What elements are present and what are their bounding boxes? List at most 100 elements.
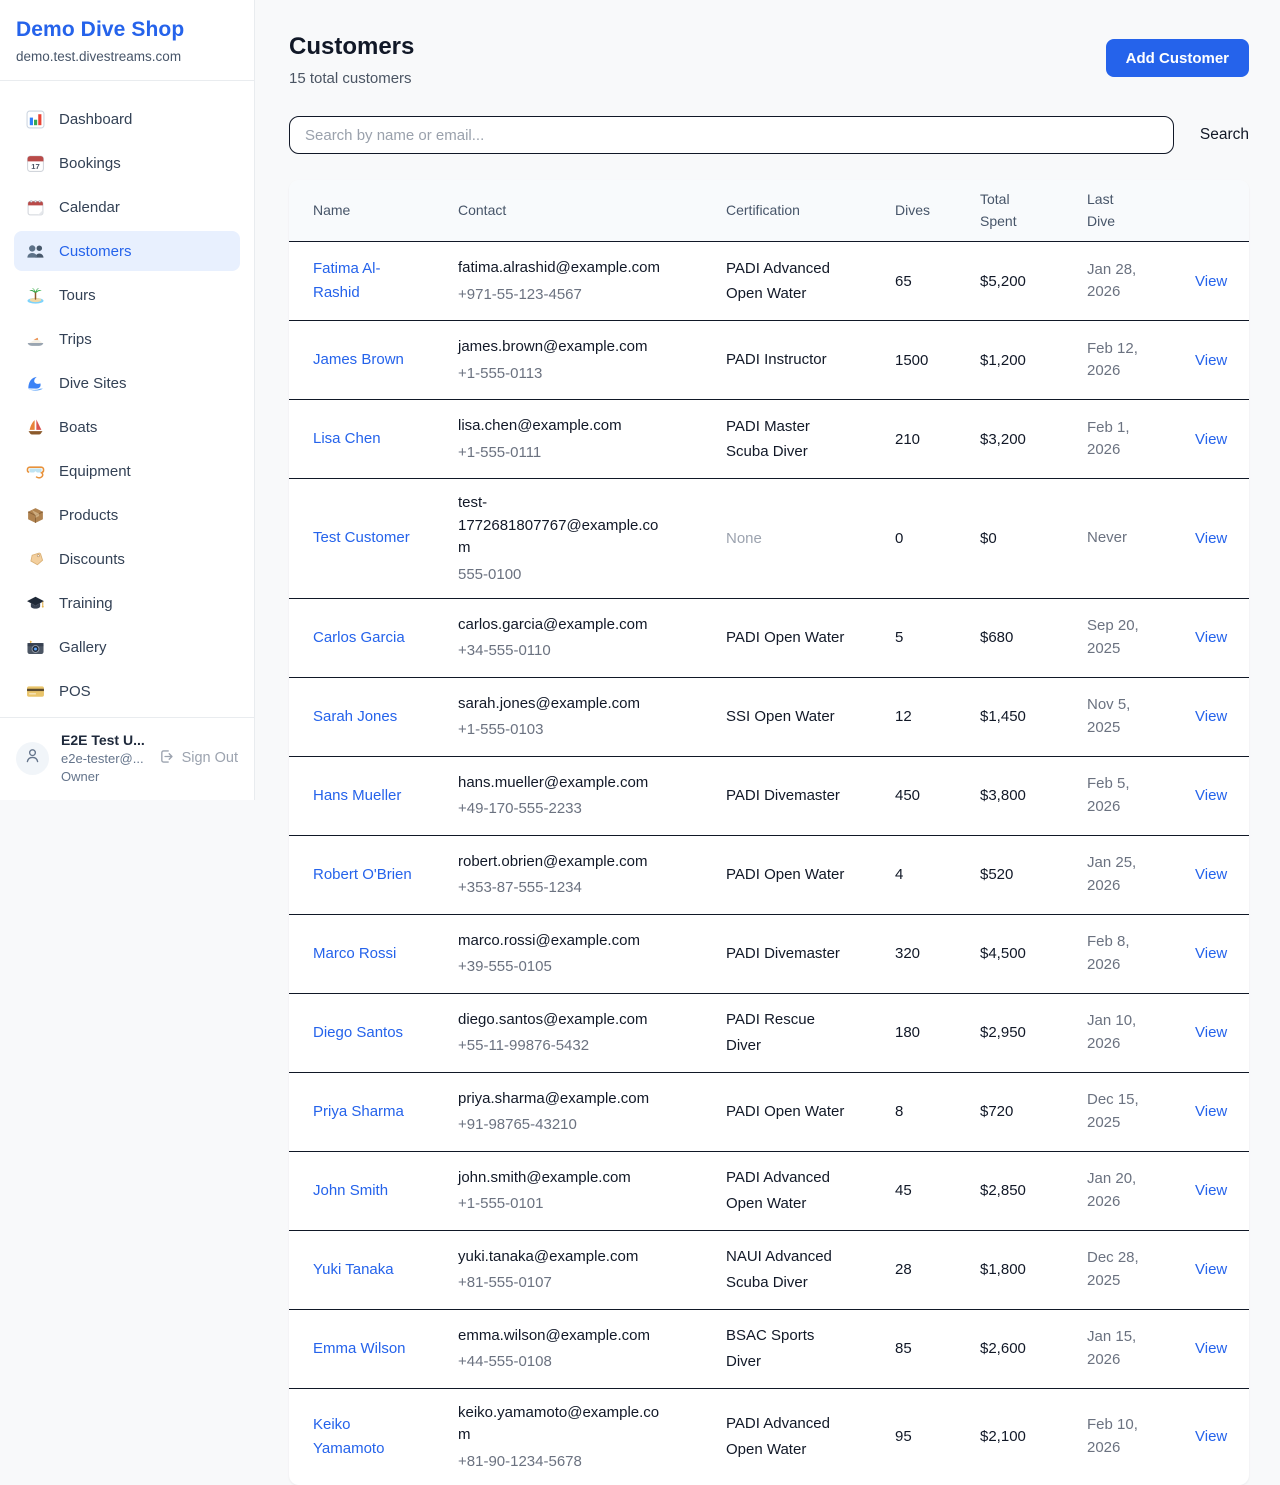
sidebar-item-trips[interactable]: Trips [14,319,240,359]
sidebar-item-pos[interactable]: POS [14,671,240,711]
customer-name-cell: Sarah Jones [313,705,458,729]
customer-total-spent: $4,500 [980,945,1087,962]
customer-name-link[interactable]: Hans Mueller [313,784,413,808]
sailboat-icon [26,418,45,437]
customer-phone: +55-11-99876-5432 [458,1035,726,1056]
view-link[interactable]: View [1195,273,1227,290]
sidebar-item-equipment[interactable]: Equipment [14,451,240,491]
bar-chart-icon [26,110,45,129]
sidebar-item-label: Calendar [59,199,120,216]
sidebar-item-products[interactable]: Products [14,495,240,535]
sidebar-item-bookings[interactable]: 17Bookings [14,143,240,183]
view-link[interactable]: View [1195,787,1227,804]
view-link[interactable]: View [1195,1103,1227,1120]
sidebar-item-customers[interactable]: Customers [14,231,240,271]
sidebar-item-label: Gallery [59,639,107,656]
sidebar-item-boats[interactable]: Boats [14,407,240,447]
view-link[interactable]: View [1195,1182,1227,1199]
customer-name-link[interactable]: Keiko Yamamoto [313,1413,413,1461]
customer-email: robert.obrien@example.com [458,851,670,874]
table-row: Marco Rossimarco.rossi@example.com+39-55… [289,915,1249,994]
customer-last-dive: Dec 28, 2025 [1087,1247,1149,1292]
customer-email: sarah.jones@example.com [458,693,670,716]
table-row: Priya Sharmapriya.sharma@example.com+91-… [289,1073,1249,1152]
view-link[interactable]: View [1195,1024,1227,1041]
search-input[interactable] [289,116,1174,154]
package-icon [26,506,45,525]
customer-email: yuki.tanaka@example.com [458,1246,670,1269]
customer-dives: 180 [895,1024,980,1041]
person-icon [23,746,42,770]
customer-name-cell: Lisa Chen [313,427,458,451]
view-link[interactable]: View [1195,431,1227,448]
customer-total-spent: $1,800 [980,1261,1087,1278]
view-link[interactable]: View [1195,1340,1227,1357]
sidebar-item-label: POS [59,683,91,700]
customer-last-dive: Never [1087,527,1149,550]
customer-total-spent: $2,100 [980,1428,1087,1445]
customer-name-link[interactable]: James Brown [313,348,413,372]
customer-name-link[interactable]: Diego Santos [313,1021,413,1045]
table-row: Hans Muellerhans.mueller@example.com+49-… [289,757,1249,836]
customer-total-spent: $1,450 [980,708,1087,725]
customer-email: james.brown@example.com [458,336,670,359]
customer-name-link[interactable]: Yuki Tanaka [313,1258,413,1282]
customer-name-cell: Hans Mueller [313,784,458,808]
customer-name-link[interactable]: Test Customer [313,526,413,550]
view-link[interactable]: View [1195,866,1227,883]
search-row: Search [289,116,1249,154]
customer-phone: +91-98765-43210 [458,1114,726,1135]
customer-last-dive: Jan 25, 2026 [1087,852,1149,897]
customer-name-link[interactable]: John Smith [313,1179,413,1203]
view-cell: View [1195,1340,1227,1357]
customer-dives: 320 [895,945,980,962]
customer-certification: PADI Open Water [726,862,848,888]
sidebar-header: Demo Dive Shop demo.test.divestreams.com [0,0,254,81]
view-cell: View [1195,1024,1227,1041]
view-link[interactable]: View [1195,945,1227,962]
customer-dives: 0 [895,530,980,547]
column-header-dives: Dives [895,200,980,222]
sidebar-item-dashboard[interactable]: Dashboard [14,99,240,139]
view-link[interactable]: View [1195,352,1227,369]
customer-name-link[interactable]: Marco Rossi [313,942,413,966]
customer-name-link[interactable]: Robert O'Brien [313,863,413,887]
sign-out-button[interactable]: Sign Out [158,748,238,769]
customer-name-cell: Yuki Tanaka [313,1258,458,1282]
view-link[interactable]: View [1195,530,1227,547]
customer-last-dive: Nov 5, 2025 [1087,694,1149,739]
customer-dives: 65 [895,273,980,290]
customer-name-link[interactable]: Emma Wilson [313,1337,413,1361]
sidebar-item-dive-sites[interactable]: Dive Sites [14,363,240,403]
sidebar-item-calendar[interactable]: Calendar [14,187,240,227]
view-link[interactable]: View [1195,708,1227,725]
customer-certification: PADI Master Scuba Diver [726,414,848,465]
view-cell: View [1195,787,1227,804]
sign-out-label: Sign Out [182,750,238,766]
customer-certification: PADI Advanced Open Water [726,256,848,307]
page-subtitle: 15 total customers [289,70,414,87]
sidebar-item-gallery[interactable]: Gallery [14,627,240,667]
customer-email: test-1772681807767@example.com [458,492,670,560]
sidebar-item-tours[interactable]: Tours [14,275,240,315]
column-header-certification: Certification [726,200,895,222]
customer-certification: PADI Advanced Open Water [726,1165,848,1216]
sidebar-item-label: Products [59,507,118,524]
customer-name-link[interactable]: Carlos Garcia [313,626,413,650]
sidebar-item-training[interactable]: Training [14,583,240,623]
view-link[interactable]: View [1195,629,1227,646]
diving-mask-icon [26,462,45,481]
add-customer-button[interactable]: Add Customer [1106,39,1249,77]
view-link[interactable]: View [1195,1261,1227,1278]
sidebar-item-discounts[interactable]: Discounts [14,539,240,579]
customer-name-link[interactable]: Sarah Jones [313,705,413,729]
sidebar-item-label: Tours [59,287,96,304]
customer-certification: PADI Instructor [726,347,848,373]
search-button[interactable]: Search [1200,126,1249,144]
customer-name-link[interactable]: Lisa Chen [313,427,413,451]
customer-name-link[interactable]: Priya Sharma [313,1100,413,1124]
view-link[interactable]: View [1195,1428,1227,1445]
customer-name-link[interactable]: Fatima Al-Rashid [313,257,413,305]
table-row: James Brownjames.brown@example.com+1-555… [289,321,1249,400]
customer-email: john.smith@example.com [458,1167,670,1190]
